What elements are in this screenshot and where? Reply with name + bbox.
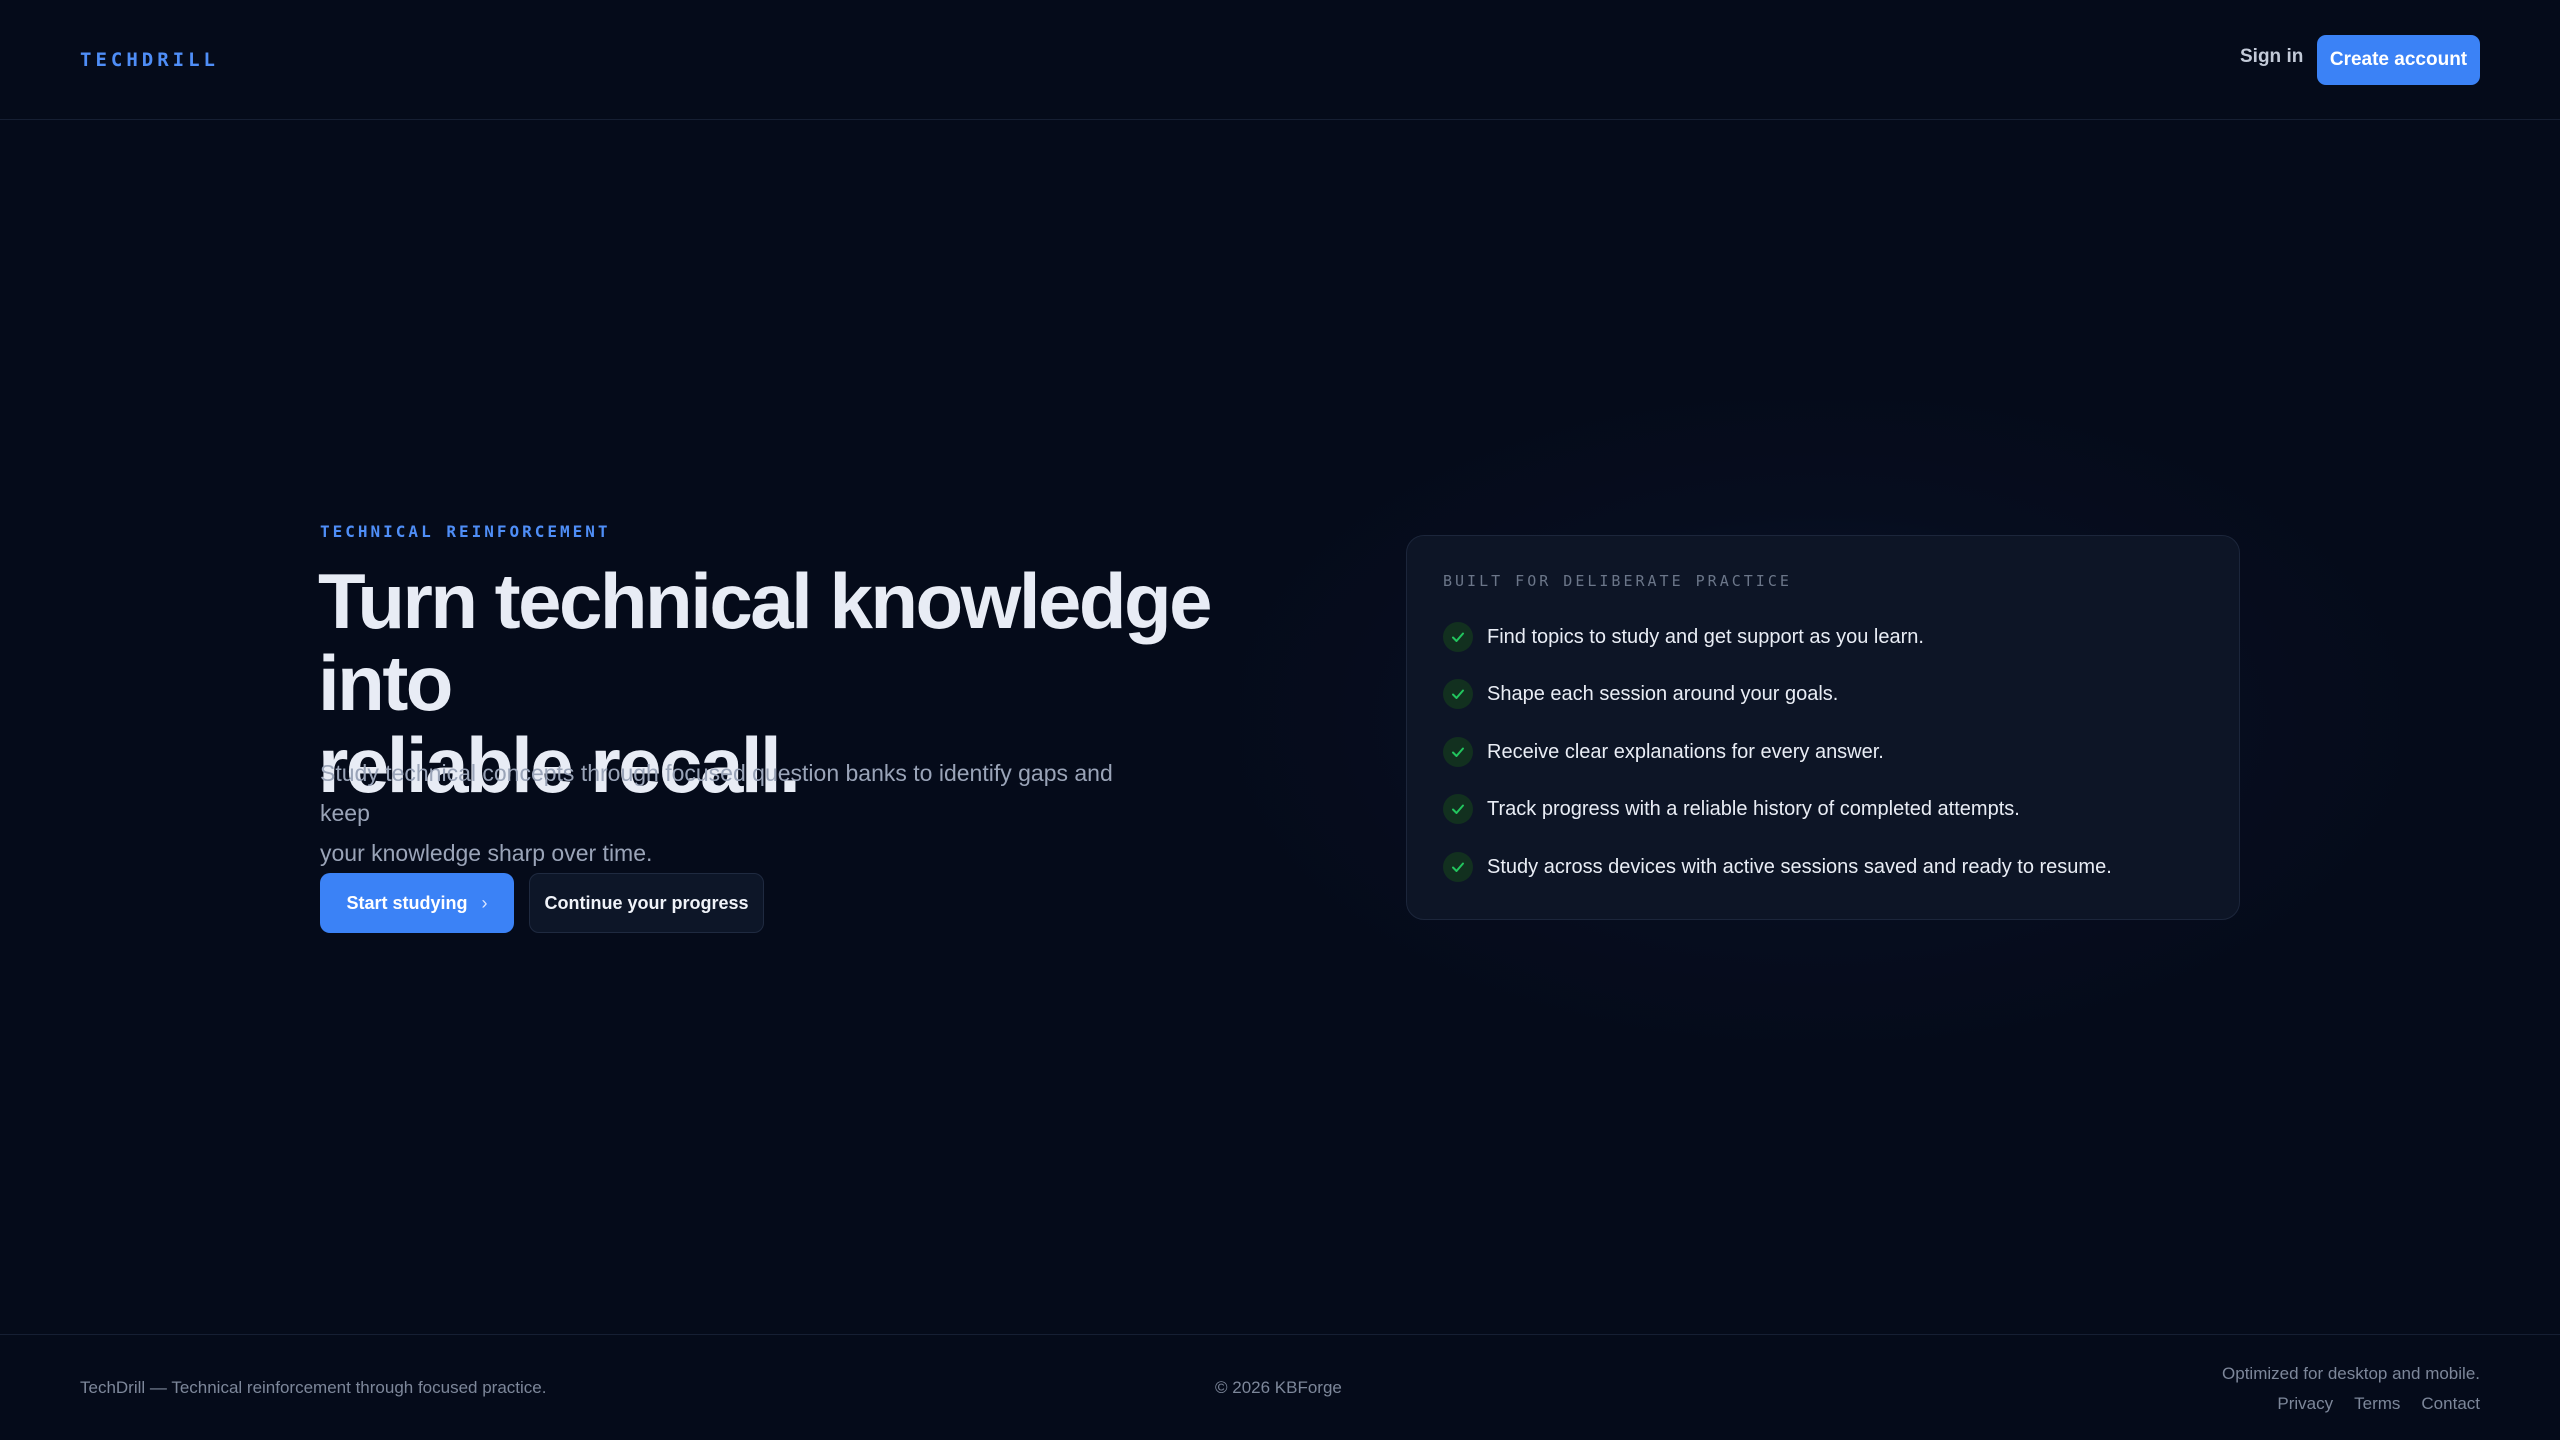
feature-item: Study across devices with active session…	[1443, 851, 2112, 883]
create-account-button[interactable]: Create account	[2317, 35, 2480, 85]
feature-item: Receive clear explanations for every ans…	[1443, 736, 1884, 768]
check-icon	[1443, 852, 1473, 882]
footer-tagline: TechDrill — Technical reinforcement thro…	[80, 1378, 547, 1397]
footer-links: Privacy Terms Contact	[2277, 1394, 2480, 1414]
privacy-link[interactable]: Privacy	[2277, 1394, 2333, 1414]
footer-copyright: © 2026 KBForge	[1215, 1378, 1342, 1397]
hero-subtitle-line-1: Study technical concepts through focused…	[320, 760, 1113, 826]
check-icon	[1443, 622, 1473, 652]
features-card-title: BUILT FOR DELIBERATE PRACTICE	[1443, 572, 1792, 590]
start-studying-label: Start studying	[346, 892, 468, 913]
top-nav: TECHDRILL Sign in Create account	[0, 0, 2560, 120]
feature-text: Find topics to study and get support as …	[1487, 625, 1924, 648]
check-icon	[1443, 737, 1473, 767]
hero-headline-line-1: Turn technical knowledge into	[318, 557, 1213, 727]
feature-item: Track progress with a reliable history o…	[1443, 793, 2020, 825]
terms-link[interactable]: Terms	[2354, 1394, 2400, 1414]
feature-text: Study across devices with active session…	[1487, 855, 2112, 878]
hero-subtitle-line-2: your knowledge sharp over time.	[320, 840, 653, 866]
feature-item: Shape each session around your goals.	[1443, 678, 1838, 710]
hero-eyebrow: TECHNICAL REINFORCEMENT	[320, 522, 611, 541]
chevron-right-icon: ›	[481, 892, 488, 913]
start-studying-button[interactable]: Start studying ›	[320, 873, 514, 933]
feature-text: Shape each session around your goals.	[1487, 682, 1839, 705]
footer-optimized-note: Optimized for desktop and mobile.	[2222, 1364, 2480, 1383]
footer: TechDrill — Technical reinforcement thro…	[0, 1334, 2560, 1440]
sign-in-link[interactable]: Sign in	[2240, 46, 2303, 68]
feature-text: Receive clear explanations for every ans…	[1487, 740, 1884, 763]
check-icon	[1443, 679, 1473, 709]
features-card: BUILT FOR DELIBERATE PRACTICE Find topic…	[1406, 535, 2240, 920]
feature-text: Track progress with a reliable history o…	[1487, 797, 2020, 820]
logo[interactable]: TECHDRILL	[80, 49, 219, 71]
feature-item: Find topics to study and get support as …	[1443, 621, 1924, 653]
check-icon	[1443, 794, 1473, 824]
hero-subtitle: Study technical concepts through focused…	[320, 753, 1160, 873]
continue-progress-button[interactable]: Continue your progress	[529, 873, 764, 933]
contact-link[interactable]: Contact	[2421, 1394, 2480, 1414]
